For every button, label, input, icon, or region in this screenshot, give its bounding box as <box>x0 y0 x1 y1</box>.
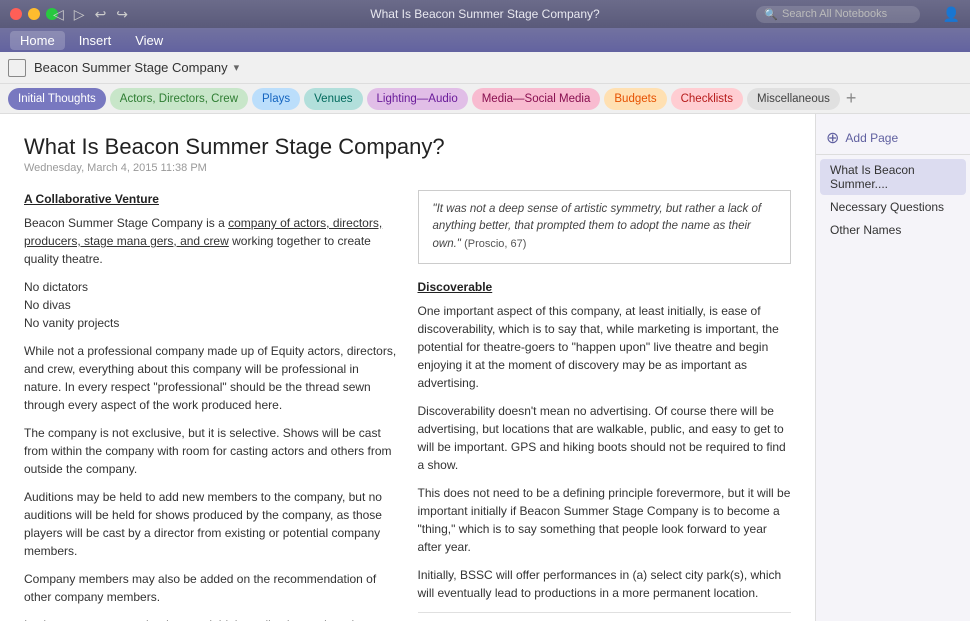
para-disc3: This does not need to be a defining prin… <box>418 484 792 556</box>
back-icon[interactable]: ◁ <box>50 6 67 23</box>
close-button[interactable] <box>10 8 22 20</box>
menu-view[interactable]: View <box>125 31 173 50</box>
para-collaborative: Beacon Summer Stage Company is a company… <box>24 214 398 268</box>
para-exclusive: The company is not exclusive, but it is … <box>24 424 398 478</box>
underline-company: company of actors, directors, producers,… <box>24 216 382 248</box>
tab-checklists[interactable]: Checklists <box>671 88 743 110</box>
sidebar-page-item-2[interactable]: Other Names <box>820 219 966 241</box>
left-column: A Collaborative Venture Beacon Summer St… <box>24 190 398 621</box>
section-divider <box>418 612 792 613</box>
tab-lighting[interactable]: Lighting—Audio <box>367 88 468 110</box>
main-area: What Is Beacon Summer Stage Company? Wed… <box>0 114 970 621</box>
para-disc1: One important aspect of this company, at… <box>418 302 792 392</box>
para-disc2: Discoverability doesn't mean no advertis… <box>418 402 792 474</box>
para-inshort: In short, anyone committed to good, high… <box>24 616 398 621</box>
tab-miscellaneous[interactable]: Miscellaneous <box>747 88 840 110</box>
menu-insert[interactable]: Insert <box>69 31 122 50</box>
quote-cite: (Proscio, 67) <box>464 238 526 250</box>
add-page-button[interactable]: ⊕ Add Page <box>816 122 970 155</box>
tab-media[interactable]: Media—Social Media <box>472 88 601 110</box>
heading-discoverable: Discoverable <box>418 278 792 296</box>
search-input[interactable] <box>782 8 912 20</box>
two-column-layout: A Collaborative Venture Beacon Summer St… <box>24 190 791 621</box>
para-professional: While not a professional company made up… <box>24 342 398 414</box>
sidebar-page-item-1[interactable]: Necessary Questions <box>820 196 966 218</box>
notebook-chevron-icon[interactable]: ▾ <box>234 61 240 74</box>
sidebar-page-item-0[interactable]: What Is Beacon Summer.... <box>820 159 966 195</box>
search-icon: 🔍 <box>764 8 778 21</box>
right-sidebar: ⊕ Add Page What Is Beacon Summer.... Nec… <box>815 114 970 621</box>
para-recommendation: Company members may also be added on the… <box>24 570 398 606</box>
para-auditions: Auditions may be held to add new members… <box>24 488 398 560</box>
content-pane: What Is Beacon Summer Stage Company? Wed… <box>0 114 815 621</box>
tab-plays[interactable]: Plays <box>252 88 300 110</box>
tabs-bar: Initial Thoughts Actors, Directors, Crew… <box>0 84 970 114</box>
redo-icon[interactable]: ↪ <box>113 6 131 23</box>
window-title: What Is Beacon Summer Stage Company? <box>370 7 599 21</box>
tab-actors[interactable]: Actors, Directors, Crew <box>110 88 248 110</box>
tab-venues[interactable]: Venues <box>304 88 362 110</box>
add-page-icon: ⊕ <box>826 128 839 148</box>
navigation-buttons[interactable]: ◁ ▷ ↩ ↪ <box>50 6 131 23</box>
notebook-icon <box>8 59 26 77</box>
list-nodictators: No dictatorsNo divasNo vanity projects <box>24 278 398 332</box>
menu-home[interactable]: Home <box>10 31 65 50</box>
notebook-name[interactable]: Beacon Summer Stage Company <box>34 60 228 75</box>
user-icon[interactable]: 👤 <box>943 6 960 23</box>
page-meta: Wednesday, March 4, 2015 11:38 PM <box>24 162 791 174</box>
tab-budgets[interactable]: Budgets <box>604 88 666 110</box>
add-tab-button[interactable]: + <box>846 88 857 109</box>
notebook-bar: Beacon Summer Stage Company ▾ <box>0 52 970 84</box>
menu-bar: Home Insert View <box>0 28 970 52</box>
minimize-button[interactable] <box>28 8 40 20</box>
page-title: What Is Beacon Summer Stage Company? <box>24 134 791 160</box>
para-disc4: Initially, BSSC will offer performances … <box>418 566 792 602</box>
tab-initial-thoughts[interactable]: Initial Thoughts <box>8 88 106 110</box>
search-box[interactable]: 🔍 <box>756 6 920 23</box>
heading-collaborative: A Collaborative Venture <box>24 190 398 208</box>
forward-icon[interactable]: ▷ <box>71 6 88 23</box>
add-page-label: Add Page <box>845 131 898 145</box>
right-column: "It was not a deep sense of artistic sym… <box>418 190 792 621</box>
title-bar: ◁ ▷ ↩ ↪ What Is Beacon Summer Stage Comp… <box>0 0 970 28</box>
quote-box: "It was not a deep sense of artistic sym… <box>418 190 792 264</box>
undo-icon[interactable]: ↩ <box>92 6 110 23</box>
